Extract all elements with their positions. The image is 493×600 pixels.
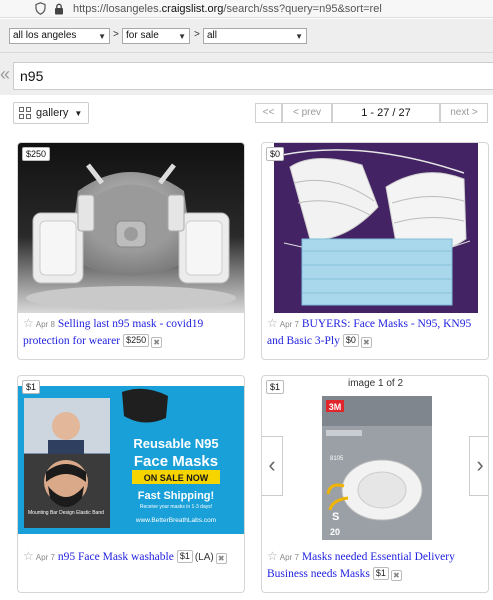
listing-location: (LA)	[194, 552, 214, 563]
ad-headline-2: Face Masks	[134, 453, 218, 470]
ad-shipping: Fast Shipping!	[138, 490, 214, 502]
hide-listing-icon[interactable]: ✖	[215, 553, 227, 564]
listing-title-area: ☆ Apr 8 Selling last n95 mask - covid19 pr…	[23, 315, 241, 350]
favorite-star-icon[interactable]: ☆	[267, 316, 278, 330]
result-card[interactable]: $1 Reusable N95 Face Masks ON SALE NOW F…	[17, 375, 245, 593]
url-prefix: https://losangeles.	[73, 2, 162, 15]
listing-image[interactable]	[274, 143, 478, 313]
listing-date: Apr 7	[35, 553, 55, 562]
listing-title-area: ☆ Apr 7 Masks needed Essential Delivery Bu…	[267, 548, 485, 583]
listing-title-area: ☆ Apr 7 n95 Face Mask washable $1 (LA) ✖	[23, 548, 241, 566]
mask-ad-photo: Reusable N95 Face Masks ON SALE NOW Fast…	[18, 386, 244, 534]
image-counter: image 1 of 2	[348, 378, 404, 389]
listing-date: Apr 7	[279, 320, 299, 329]
hide-listing-icon[interactable]: ✖	[390, 570, 402, 581]
subcategory-select-value: all	[207, 30, 218, 41]
listing-image[interactable]: 3M 8105 S 20	[310, 390, 442, 542]
filter-bar: all los angeles ▼ > for sale ▼ > all ▼	[0, 19, 493, 53]
favorite-star-icon[interactable]: ☆	[267, 549, 278, 563]
url-text[interactable]: https://losangeles.craigslist.org/search…	[73, 3, 382, 15]
chevron-left-icon: ‹	[268, 452, 276, 477]
masks-photo	[274, 143, 478, 313]
prev-page-button[interactable]: < prev	[282, 103, 332, 123]
ad-shipping-sub: Receive your masks in 1-3 days!	[140, 504, 212, 510]
box-size: S	[332, 511, 339, 523]
respirator-photo	[18, 143, 244, 313]
result-card[interactable]: $0 ☆ Apr 7 BUYERS: Face Masks - N95, KN95 …	[261, 142, 489, 360]
price-tag: $1	[266, 380, 285, 394]
chevron-down-icon: ▼	[178, 32, 186, 41]
next-image-button[interactable]: ›	[469, 436, 488, 496]
box-brand: 3M	[329, 402, 342, 412]
address-bar[interactable]: https://losangeles.craigslist.org/search…	[0, 0, 493, 18]
grid-icon	[19, 107, 31, 119]
hide-listing-icon[interactable]: ✖	[151, 337, 163, 348]
listing-date: Apr 8	[35, 320, 55, 329]
listing-title-link[interactable]: n95 Face Mask washable	[58, 551, 174, 563]
area-select-value: all los angeles	[13, 30, 77, 41]
view-mode-label: gallery	[36, 107, 69, 119]
listing-price: $250	[123, 334, 150, 347]
category-select-value: for sale	[126, 30, 159, 41]
listing-date: Apr 7	[279, 553, 299, 562]
ad-badge: ON SALE NOW	[144, 473, 209, 483]
area-select[interactable]: all los angeles ▼	[9, 28, 110, 44]
first-page-button[interactable]: <<	[255, 103, 282, 123]
result-card[interactable]: $250 ☆ Apr 8 Selling last n95 mask - covid…	[17, 142, 245, 360]
chevron-right-icon: ›	[476, 452, 484, 477]
listing-price: $1	[372, 567, 389, 580]
hide-listing-icon[interactable]: ✖	[360, 337, 372, 348]
chevron-down-icon: ▼	[295, 32, 303, 41]
lock-icon[interactable]	[54, 3, 64, 15]
url-suffix: /search/sss?query=n95&sort=rel	[223, 2, 382, 15]
chevron-down-icon: ▼	[98, 32, 106, 41]
listing-price: $0	[342, 334, 359, 347]
next-page-button[interactable]: next >	[440, 103, 488, 123]
filter-separator: >	[113, 29, 119, 40]
category-select[interactable]: for sale ▼	[122, 28, 190, 44]
subcategory-select[interactable]: all ▼	[203, 28, 307, 44]
ad-site: www.BetterBreathLabs.com	[135, 517, 216, 524]
price-tag: $0	[266, 147, 285, 161]
listing-title-area: ☆ Apr 7 BUYERS: Face Masks - N95, KN95 and…	[267, 315, 485, 350]
box-count: 20	[330, 527, 340, 537]
search-input[interactable]: n95	[13, 62, 493, 90]
chevron-down-icon: ▼	[74, 108, 83, 118]
3m-box-photo: 3M 8105 S 20	[310, 390, 442, 542]
listing-price: $1	[176, 550, 193, 563]
view-mode-dropdown[interactable]: gallery ▼	[13, 102, 89, 124]
listing-image[interactable]	[18, 143, 244, 313]
favorite-star-icon[interactable]: ☆	[23, 316, 34, 330]
price-tag: $1	[22, 380, 41, 394]
url-domain: craigslist.org	[161, 2, 224, 15]
favorite-star-icon[interactable]: ☆	[23, 549, 34, 563]
shield-icon[interactable]	[34, 2, 46, 16]
results-range: 1 - 27 / 27	[332, 103, 440, 123]
result-card[interactable]: $1 image 1 of 2 3M 8105 S 20 ‹ › ☆ Apr 7M…	[261, 375, 489, 593]
box-model: 8105	[330, 456, 344, 462]
ad-inset-caption: Mounting Bar Design Elastic Band	[28, 510, 104, 516]
filter-separator: >	[194, 29, 200, 40]
prev-image-button[interactable]: ‹	[262, 436, 283, 496]
price-tag: $250	[22, 147, 51, 161]
ad-headline-1: Reusable N95	[133, 436, 218, 451]
listing-image[interactable]: Reusable N95 Face Masks ON SALE NOW Fast…	[18, 386, 244, 534]
collapse-sidebar-icon[interactable]: «	[0, 64, 10, 85]
